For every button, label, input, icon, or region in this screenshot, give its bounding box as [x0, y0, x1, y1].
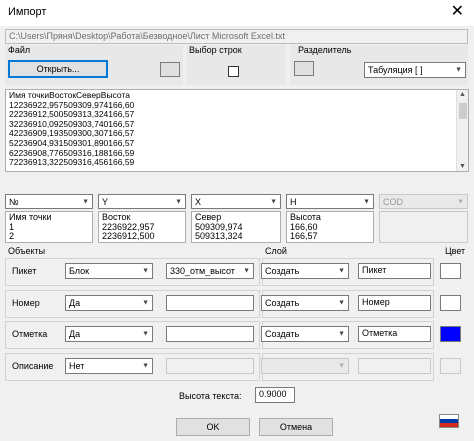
row-select-checkbox[interactable] — [228, 66, 239, 77]
object-type-value: Да — [69, 298, 81, 308]
layer-name-input[interactable]: Отметка — [358, 326, 431, 342]
column-preview-line: 166,57 — [290, 231, 318, 241]
column-preview-line: 1 — [9, 221, 15, 232]
chevron-down-icon: ▼ — [142, 267, 149, 275]
preview-scrollbar[interactable]: ▲ ▼ — [456, 90, 468, 171]
scroll-up-icon[interactable]: ▲ — [459, 91, 466, 98]
chevron-down-icon: ▼ — [338, 299, 345, 307]
layer-action-select[interactable]: Создать ▼ — [261, 326, 349, 342]
chevron-down-icon: ▼ — [270, 198, 277, 205]
chevron-down-icon: ▼ — [82, 198, 89, 205]
row-label: Описание — [12, 361, 54, 371]
preview-lines: Имя точкиВостокСеверВысота 12236922,95750… — [6, 90, 468, 169]
chevron-down-icon: ▼ — [338, 330, 345, 338]
chevron-down-icon: ▼ — [142, 299, 149, 307]
chevron-down-icon: ▼ — [338, 267, 345, 275]
color-swatch[interactable] — [440, 295, 461, 311]
column-preview-line: Имя точки — [9, 212, 52, 222]
object-value-input[interactable] — [166, 358, 254, 374]
color-header: Цвет — [445, 246, 466, 256]
chevron-down-icon: ▼ — [363, 198, 370, 205]
chevron-down-icon: ▼ — [142, 330, 149, 338]
window-title: Импорт — [8, 6, 47, 18]
column-preview-line: 509313,324 — [195, 231, 243, 241]
chevron-down-icon: ▼ — [455, 66, 462, 74]
file-preview[interactable]: Имя точкиВостокСеверВысота 12236922,95750… — [5, 89, 469, 172]
layer-name-input[interactable]: Номер — [358, 295, 431, 311]
object-type-select[interactable]: Да ▼ — [65, 295, 153, 311]
chevron-down-icon: ▼ — [175, 198, 182, 205]
file-path-field: C:\Users\Пряня\Desktop\Работа\Безводное\… — [5, 29, 468, 44]
text-height-input[interactable]: 0.9000 — [255, 387, 295, 403]
delimiter-select[interactable]: Табуляция [ ] ▼ — [364, 62, 466, 78]
column-preview-5 — [379, 211, 468, 243]
row-label: Номер — [12, 298, 40, 308]
column-preview-2: Восток 2236922,957 2236912,500 — [98, 211, 186, 243]
object-type-value: Блок — [69, 266, 90, 276]
column-select-2[interactable]: Y ▼ — [98, 194, 186, 209]
layer-action-value: Создать — [265, 266, 300, 276]
color-swatch[interactable] — [440, 358, 461, 374]
layer-action-select[interactable]: Создать ▼ — [261, 295, 349, 311]
layer-action-value: Создать — [265, 329, 300, 339]
row-select-label: Выбор строк — [189, 45, 242, 55]
color-swatch[interactable] — [440, 263, 461, 279]
column-preview-1: Имя точки 1 2 — [5, 211, 93, 243]
column-preview-4: Высота 166,60 166,57 — [286, 211, 374, 243]
layer-action-select[interactable]: ▼ — [261, 358, 349, 374]
object-type-select[interactable]: Да ▼ — [65, 326, 153, 342]
layer-action-select[interactable]: Создать ▼ — [261, 263, 349, 279]
object-type-select[interactable]: Блок ▼ — [65, 263, 153, 279]
layer-name-input[interactable] — [358, 358, 431, 374]
layer-name-input[interactable]: Пикет — [358, 263, 431, 279]
object-value-input[interactable] — [166, 326, 254, 342]
color-swatch[interactable] — [440, 326, 461, 342]
chevron-down-icon: ▼ — [243, 267, 250, 275]
preview-line: 72236913,322509316,456166,59 — [9, 157, 135, 168]
cancel-button[interactable]: Отмена — [259, 418, 333, 436]
column-select-3[interactable]: X ▼ — [191, 194, 281, 209]
column-select-value: Y — [102, 196, 109, 207]
file-color-swatch[interactable] — [160, 62, 180, 77]
file-label: Файл — [8, 45, 31, 55]
column-select-1[interactable]: № ▼ — [5, 194, 93, 209]
chevron-down-icon: ▼ — [338, 362, 345, 370]
flag-stripe-red — [440, 423, 458, 427]
layer-header: Слой — [265, 246, 287, 256]
text-height-label: Высота текста: — [179, 391, 242, 401]
column-select-value: COD — [383, 196, 403, 207]
russian-flag-icon[interactable] — [439, 414, 459, 428]
row-label: Отметка — [12, 329, 48, 339]
objects-header: Объекты — [8, 246, 46, 256]
column-preview-3: Север 509309,974 509313,324 — [191, 211, 281, 243]
object-value-input[interactable] — [166, 295, 254, 311]
object-type-select[interactable]: Нет ▼ — [65, 358, 153, 374]
object-type-value: Нет — [69, 361, 85, 371]
scroll-thumb[interactable] — [459, 103, 467, 119]
chevron-down-icon: ▼ — [457, 198, 464, 205]
column-select-value: X — [195, 196, 202, 207]
object-type-value: Да — [69, 329, 81, 339]
column-select-value: № — [9, 196, 19, 207]
block-name-value: 330_отм_высот — [170, 266, 235, 276]
delimiter-label: Разделитель — [298, 45, 352, 55]
layer-action-value: Создать — [265, 298, 300, 308]
column-select-4[interactable]: H ▼ — [286, 194, 374, 209]
scroll-down-icon[interactable]: ▼ — [459, 163, 466, 170]
close-icon[interactable]: ✕ — [451, 2, 464, 22]
column-preview-line: 2 — [9, 231, 15, 241]
delimiter-value: Табуляция [ ] — [368, 65, 423, 75]
open-file-button[interactable]: Открыть... — [8, 60, 108, 78]
delimiter-swatch[interactable] — [294, 61, 314, 76]
column-select-value: H — [290, 196, 297, 207]
title-bar — [0, 0, 474, 26]
ok-button[interactable]: OK — [176, 418, 250, 436]
block-name-select[interactable]: 330_отм_высот ▼ — [166, 263, 254, 279]
column-preview-line: 2236912,500 — [102, 231, 155, 241]
row-label: Пикет — [12, 266, 37, 276]
column-select-5[interactable]: COD ▼ — [379, 194, 468, 209]
chevron-down-icon: ▼ — [142, 362, 149, 370]
